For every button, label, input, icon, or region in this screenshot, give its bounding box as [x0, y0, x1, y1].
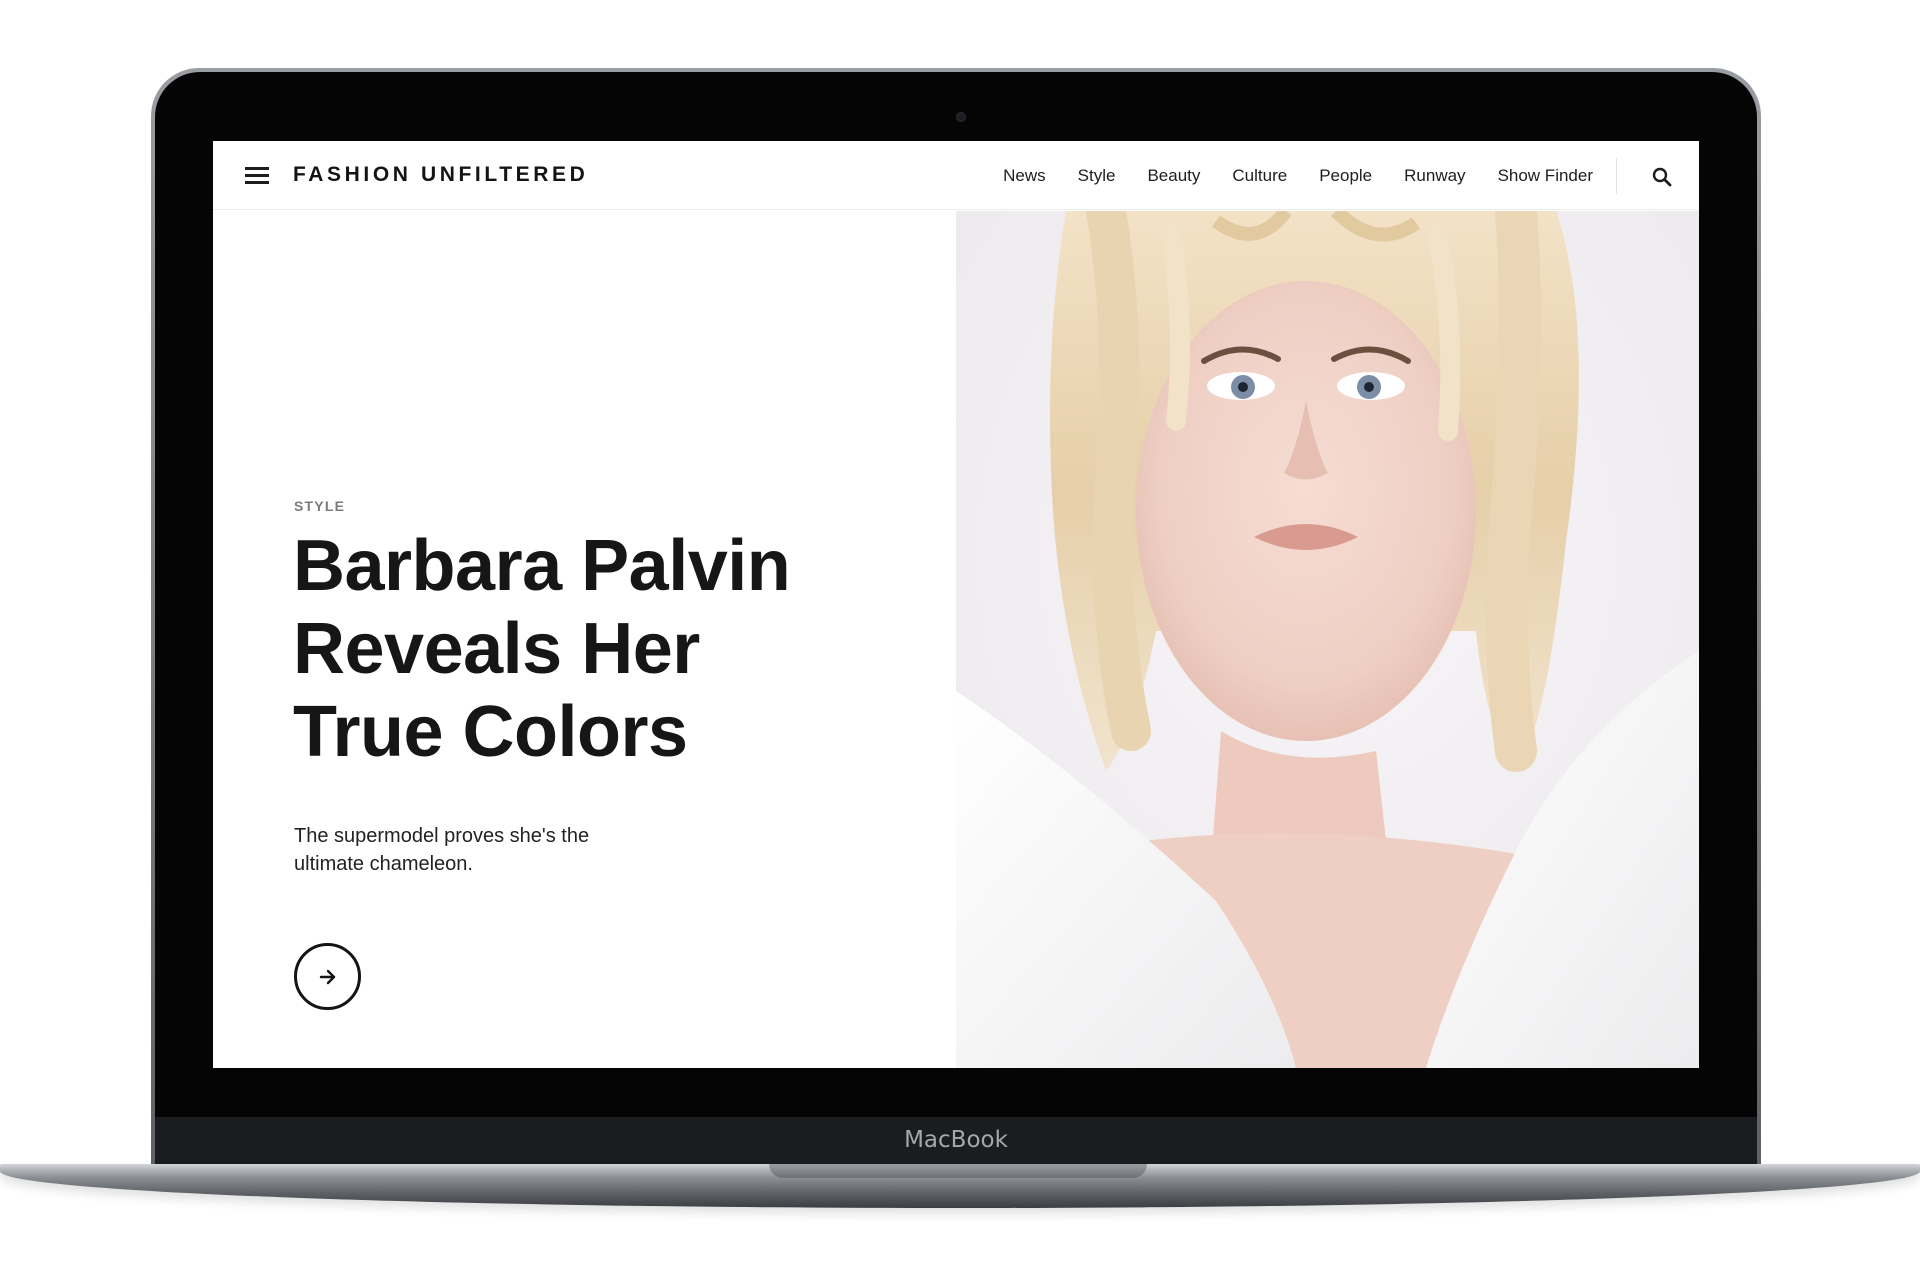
nav-link-people[interactable]: People	[1319, 166, 1372, 186]
nav-link-runway[interactable]: Runway	[1404, 166, 1465, 186]
nav-link-show-finder[interactable]: Show Finder	[1498, 166, 1593, 186]
camera-icon	[956, 112, 966, 122]
search-icon[interactable]	[1651, 166, 1673, 188]
nav-link-style[interactable]: Style	[1078, 166, 1116, 186]
device-brand-label: MacBook	[904, 1127, 1008, 1153]
headline-line: Barbara Palvin	[293, 526, 791, 606]
headline-line: True Colors	[293, 692, 688, 772]
top-navigation: FASHION UNFILTERED News Style Beauty Cul…	[213, 141, 1699, 210]
subhead-line: ultimate chameleon.	[294, 853, 473, 875]
nav-link-beauty[interactable]: Beauty	[1147, 166, 1200, 186]
headline-line: Reveals Her	[293, 609, 700, 689]
nav-divider	[1616, 158, 1617, 194]
laptop-hinge-notch	[769, 1164, 1147, 1178]
hero-text-panel: STYLE Barbara Palvin Reveals Her True Co…	[213, 211, 956, 1068]
article-headline[interactable]: Barbara Palvin Reveals Her True Colors	[293, 525, 913, 774]
subhead-line: The supermodel proves she's the	[294, 825, 590, 847]
hamburger-menu-icon[interactable]	[245, 166, 269, 184]
nav-link-culture[interactable]: Culture	[1232, 166, 1287, 186]
arrow-right-icon	[319, 969, 335, 984]
article-category[interactable]: STYLE	[294, 498, 345, 514]
nav-links: News Style Beauty Culture People Runway …	[971, 141, 1593, 210]
browser-viewport: FASHION UNFILTERED News Style Beauty Cul…	[213, 141, 1699, 1068]
nav-link-news[interactable]: News	[1003, 166, 1046, 186]
read-more-button[interactable]	[294, 943, 361, 1010]
hero-portrait-image[interactable]	[956, 211, 1699, 1068]
site-logo[interactable]: FASHION UNFILTERED	[293, 163, 588, 187]
article-subhead: The supermodel proves she's the ultimate…	[294, 822, 694, 878]
